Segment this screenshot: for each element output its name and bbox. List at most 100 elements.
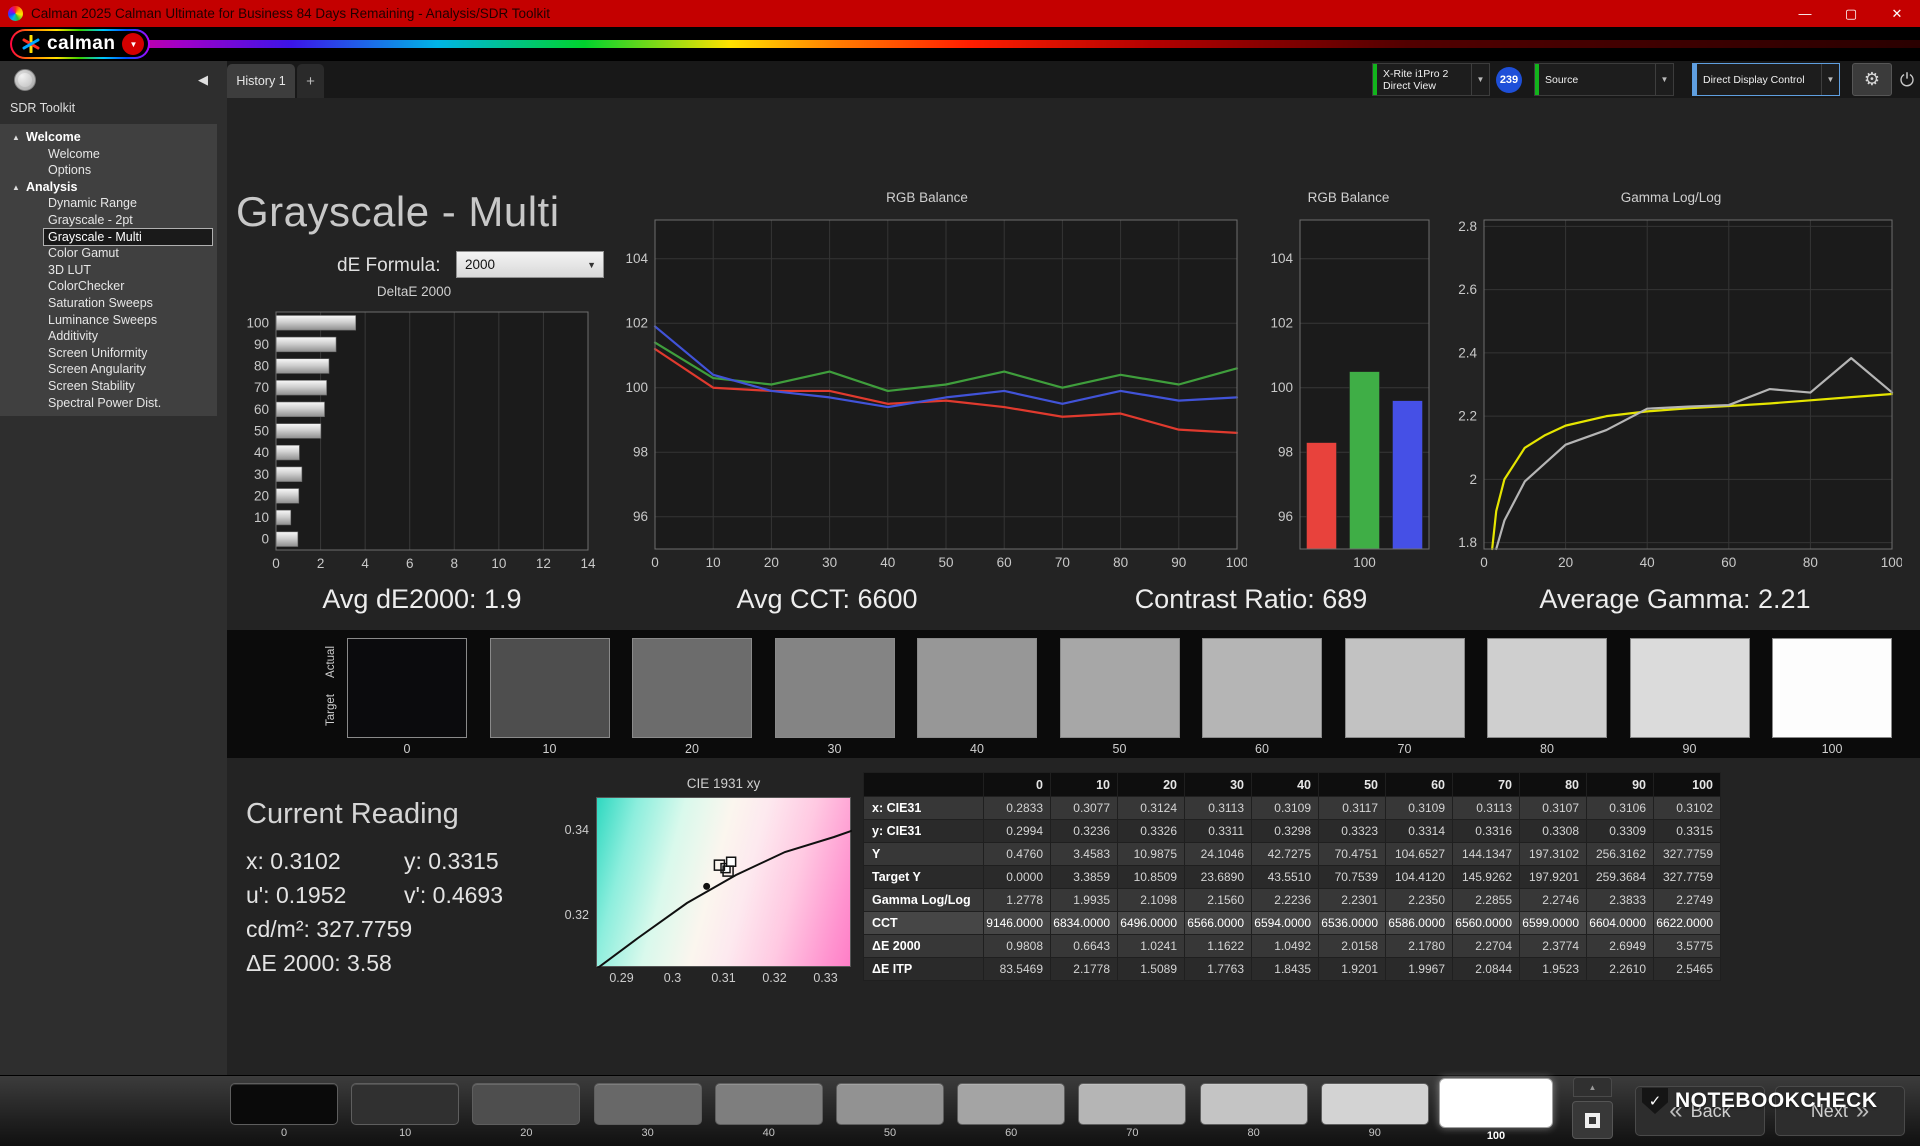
table-cell: 2.1778: [1051, 958, 1118, 981]
close-button[interactable]: ✕: [1874, 0, 1920, 27]
calman-logo[interactable]: calman ▼: [10, 29, 150, 59]
svg-text:70: 70: [254, 380, 269, 395]
session-indicator-button[interactable]: [14, 69, 36, 91]
table-row-label: x: CIE31: [864, 797, 984, 820]
chevron-down-icon: ▼: [1821, 64, 1839, 95]
swatch-label: 80: [1487, 742, 1607, 756]
level-patch-100[interactable]: [1439, 1078, 1553, 1128]
tab-history-1[interactable]: History 1: [227, 64, 295, 98]
sidebar-item-screen-stability[interactable]: Screen Stability: [0, 378, 217, 395]
table-cell: 1.1622: [1185, 935, 1252, 958]
sidebar-item-luminance-sweeps[interactable]: Luminance Sweeps: [0, 312, 217, 329]
svg-text:104: 104: [625, 251, 648, 266]
tree-group-welcome[interactable]: ▲Welcome: [0, 129, 217, 146]
table-cell: 1.2778: [984, 889, 1051, 912]
tree-group-analysis[interactable]: ▲Analysis: [0, 179, 217, 196]
svg-text:8: 8: [451, 556, 459, 571]
source-label: Source: [1545, 74, 1649, 86]
expand-panel-button[interactable]: ▲: [1573, 1077, 1612, 1097]
table-cell: 256.3162: [1587, 843, 1654, 866]
sidebar-item-spectral-power-dist-[interactable]: Spectral Power Dist.: [0, 395, 217, 412]
table-cell: 2.6949: [1587, 935, 1654, 958]
table-cell: 6536.0000: [1319, 912, 1386, 935]
svg-text:98: 98: [1278, 445, 1293, 460]
maximize-button[interactable]: ▢: [1828, 0, 1874, 27]
deltae-chart-title: DeltaE 2000: [232, 284, 596, 302]
svg-text:50: 50: [938, 555, 953, 570]
sidebar-item-colorchecker[interactable]: ColorChecker: [0, 278, 217, 295]
level-patch-0[interactable]: [230, 1083, 338, 1125]
sidebar-item-saturation-sweeps[interactable]: Saturation Sweeps: [0, 295, 217, 312]
display-control-dropdown[interactable]: Direct Display Control ▼: [1692, 63, 1840, 96]
layout-tree: ▲WelcomeWelcomeOptions▲AnalysisDynamic R…: [0, 124, 217, 416]
table-cell: 327.7759: [1654, 866, 1721, 889]
window-pattern-button[interactable]: [1572, 1101, 1613, 1139]
svg-text:20: 20: [764, 555, 779, 570]
table-cell: 1.8435: [1252, 958, 1319, 981]
table-cell: 0.0000: [984, 866, 1051, 889]
table-cell: 0.3236: [1051, 820, 1118, 843]
sidebar-item-additivity[interactable]: Additivity: [0, 328, 217, 345]
table-row: x: CIE310.28330.30770.31240.31130.31090.…: [864, 797, 1721, 820]
patch-label: 80: [1200, 1127, 1308, 1139]
svg-text:30: 30: [822, 555, 837, 570]
svg-text:98: 98: [633, 445, 648, 460]
table-cell: 0.3314: [1386, 820, 1453, 843]
level-patch-20[interactable]: [472, 1083, 580, 1125]
settings-button[interactable]: ⚙: [1852, 63, 1892, 96]
meter-dropdown[interactable]: X-Rite i1Pro 2 Direct View ▼: [1372, 63, 1490, 96]
sidebar-item-options[interactable]: Options: [0, 162, 217, 179]
level-patch-40[interactable]: [715, 1083, 823, 1125]
minimize-button[interactable]: —: [1782, 0, 1828, 27]
svg-text:20: 20: [254, 488, 269, 503]
table-cell: 0.2994: [984, 820, 1051, 843]
table-cell: 0.3113: [1453, 797, 1520, 820]
table-cell: 43.5510: [1252, 866, 1319, 889]
level-patch-60[interactable]: [957, 1083, 1065, 1125]
sidebar-collapse-icon[interactable]: ◀: [198, 72, 208, 88]
calman-logo-text: calman: [47, 33, 115, 55]
level-patch-10[interactable]: [351, 1083, 459, 1125]
add-tab-button[interactable]: +: [297, 64, 324, 98]
reading-x: x: 0.3102: [246, 848, 341, 875]
swatch-label: 40: [917, 742, 1037, 756]
gear-icon: ⚙: [1864, 69, 1880, 90]
table-cell: 2.2236: [1252, 889, 1319, 912]
logo-dropdown-button[interactable]: ▼: [122, 33, 144, 55]
swatch-label: 90: [1630, 742, 1750, 756]
svg-text:100: 100: [1353, 555, 1376, 570]
source-dropdown[interactable]: Source ▼: [1534, 63, 1674, 96]
svg-text:96: 96: [633, 509, 648, 524]
reading-v: v': 0.4693: [404, 882, 503, 909]
table-cell: 145.9262: [1453, 866, 1520, 889]
de-formula-dropdown[interactable]: 2000 ▼: [456, 251, 604, 278]
table-cell: 70.4751: [1319, 843, 1386, 866]
sidebar-item-welcome[interactable]: Welcome: [0, 146, 217, 163]
level-patch-80[interactable]: [1200, 1083, 1308, 1125]
sidebar-item-screen-uniformity[interactable]: Screen Uniformity: [0, 345, 217, 362]
sidebar-item-3d-lut[interactable]: 3D LUT: [0, 262, 217, 279]
sidebar-item-dynamic-range[interactable]: Dynamic Range: [0, 195, 217, 212]
level-patch-70[interactable]: [1078, 1083, 1186, 1125]
level-patch-50[interactable]: [836, 1083, 944, 1125]
power-button[interactable]: ⏻: [1894, 68, 1920, 92]
sidebar-item-color-gamut[interactable]: Color Gamut: [0, 245, 217, 262]
window-title: Calman 2025 Calman Ultimate for Business…: [31, 6, 550, 21]
table-cell: 0.9808: [984, 935, 1051, 958]
up-arrow-icon: ▲: [1589, 1083, 1597, 1092]
table-row-label: Target Y: [864, 866, 984, 889]
level-patch-90[interactable]: [1321, 1083, 1429, 1125]
app-icon: [8, 6, 23, 21]
swatch-label: 60: [1202, 742, 1322, 756]
sidebar-item-grayscale-multi[interactable]: Grayscale - Multi: [44, 229, 212, 246]
svg-text:10: 10: [491, 556, 506, 571]
gamma-chart: Gamma Log/Log 0204060801001.822.22.42.62…: [1440, 190, 1902, 584]
sidebar-item-screen-angularity[interactable]: Screen Angularity: [0, 361, 217, 378]
level-patch-30[interactable]: [594, 1083, 702, 1125]
grayscale-swatch-0: [347, 638, 467, 738]
patch-label: 20: [472, 1127, 580, 1139]
sidebar-item-grayscale-2pt[interactable]: Grayscale - 2pt: [0, 212, 217, 229]
meter-name: X-Rite i1Pro 2: [1383, 68, 1465, 80]
svg-text:40: 40: [880, 555, 895, 570]
avg-de-stat: Avg dE2000: 1.9: [232, 584, 612, 615]
